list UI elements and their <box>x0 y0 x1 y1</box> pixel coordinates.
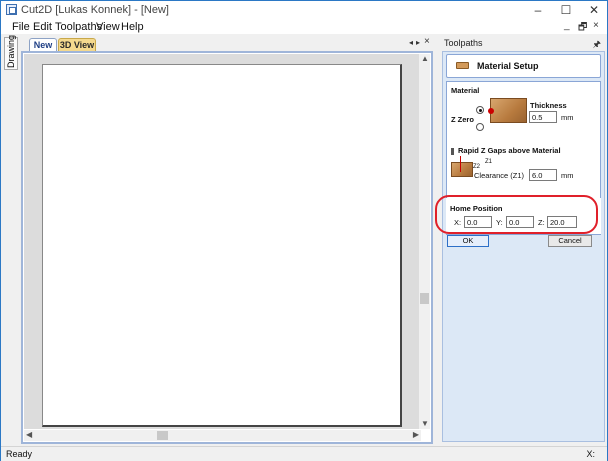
mdi-minimize-button[interactable]: _ <box>564 20 570 31</box>
clearance-indicator <box>460 156 461 172</box>
material-block-illustration <box>490 98 527 123</box>
canvas-background <box>24 54 421 429</box>
close-button[interactable]: ✕ <box>581 1 607 19</box>
app-icon <box>6 4 17 15</box>
tab-close-icon[interactable]: × <box>424 36 430 47</box>
z-zero-top-radio[interactable] <box>476 106 484 114</box>
z2-tag: Z2 <box>473 164 481 170</box>
title-bar: Cut2D [Lukas Konnek] - [New] – ☐ ✕ <box>1 1 607 19</box>
scroll-down-arrow-icon[interactable]: ▼ <box>421 419 429 429</box>
material-setup-header: Material Setup <box>446 54 601 78</box>
vertical-scroll-thumb[interactable] <box>420 293 429 304</box>
menu-bar: File Edit Toolpaths View Help _ 🗗 × <box>1 19 607 34</box>
z1-tag: Z1 <box>485 159 493 165</box>
horizontal-scroll-thumb[interactable] <box>157 431 168 440</box>
tab-3d-view[interactable]: 3D View <box>58 38 96 51</box>
z-zero-bottom-radio[interactable] <box>476 123 484 131</box>
thickness-input[interactable] <box>529 111 557 123</box>
tab-next-arrow-icon[interactable]: ▸ <box>416 38 420 47</box>
highlight-annotation <box>435 195 598 234</box>
menu-view[interactable]: View <box>96 21 120 33</box>
maximize-button[interactable]: ☐ <box>553 1 579 19</box>
document-tab-strip: New 3D View ◂ ▸ × <box>21 36 433 51</box>
tab-prev-arrow-icon[interactable]: ◂ <box>409 38 413 47</box>
rapid-z-block-illustration <box>451 162 473 177</box>
scroll-up-arrow-icon[interactable]: ▲ <box>421 54 429 64</box>
window-title: Cut2D [Lukas Konnek] - [New] <box>21 4 169 16</box>
clearance-unit: mm <box>561 171 574 180</box>
z-zero-marker-icon <box>488 108 494 114</box>
drawing-side-tab-label: Drawing <box>6 34 16 68</box>
mdi-close-button[interactable]: × <box>593 20 599 31</box>
material-section-label: Material <box>451 86 480 95</box>
toolpaths-panel-header: Toolpaths 🖈 <box>439 37 607 50</box>
panel-title: Toolpaths <box>444 38 483 48</box>
scroll-left-arrow-icon[interactable]: ◀ <box>26 430 32 440</box>
tab-new[interactable]: New <box>29 38 57 51</box>
rapid-z-section-label: Rapid Z Gaps above Material <box>458 146 561 155</box>
z-zero-label: Z Zero <box>451 115 474 124</box>
ok-button[interactable]: OK <box>447 235 489 247</box>
drawing-view: ▲ ▼ ◀ ▶ <box>21 51 433 444</box>
menu-file[interactable]: File <box>12 21 30 33</box>
app-window: Cut2D [Lukas Konnek] - [New] – ☐ ✕ File … <box>0 0 608 461</box>
thickness-unit: mm <box>561 113 574 122</box>
drawing-side-tab[interactable]: Drawing <box>4 34 18 70</box>
menu-help[interactable]: Help <box>121 21 144 33</box>
material-block-icon <box>456 62 469 69</box>
mdi-restore-button[interactable]: 🗗 <box>578 20 587 37</box>
clearance-label: Clearance (Z1) <box>474 171 525 180</box>
material-sheet[interactable] <box>42 64 402 427</box>
minimize-button[interactable]: – <box>525 1 551 19</box>
tool-bit-icon <box>451 148 454 155</box>
cancel-button[interactable]: Cancel <box>548 235 592 247</box>
status-text: Ready <box>6 449 33 459</box>
status-bar: Ready X: <box>1 446 607 461</box>
toolpaths-panel: Material Setup Material Z Zero Thickness… <box>442 51 605 442</box>
thickness-label: Thickness <box>530 101 567 110</box>
clearance-input[interactable] <box>529 169 557 181</box>
material-setup-title: Material Setup <box>477 61 539 71</box>
menu-edit[interactable]: Edit <box>33 21 52 33</box>
scroll-right-arrow-icon[interactable]: ▶ <box>413 430 419 440</box>
status-coordinate: X: <box>586 449 595 459</box>
vertical-scrollbar[interactable]: ▲ ▼ <box>419 54 430 429</box>
horizontal-scrollbar[interactable]: ◀ ▶ <box>24 430 421 441</box>
